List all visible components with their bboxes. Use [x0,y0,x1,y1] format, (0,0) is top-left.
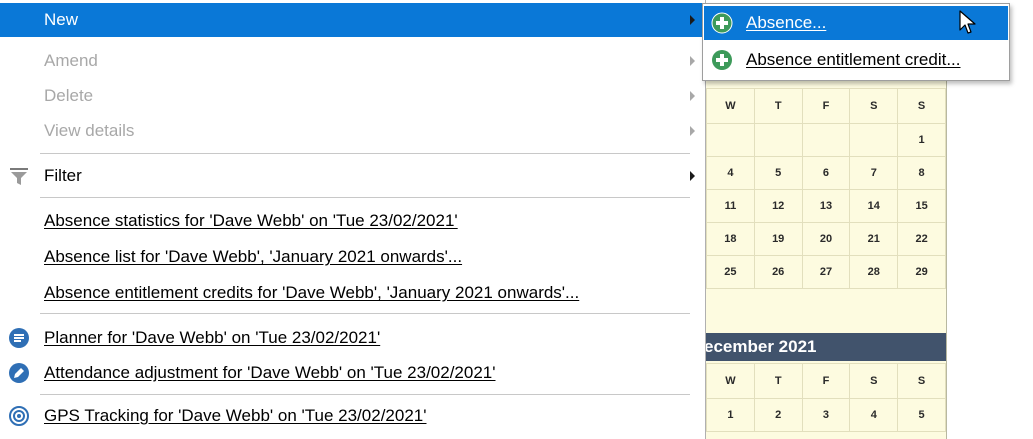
calendar-day[interactable]: 7 [849,156,899,190]
menu-item-label: New [44,10,79,29]
context-menu: New Amend Delete View details Filter Abs… [0,0,706,439]
weekday-header: S [897,363,946,399]
menu-item-label: Amend [44,51,98,70]
calendar-day[interactable]: 28 [849,255,899,289]
calendar-week-row: 11 12 13 14 15 [706,189,946,223]
weekday-header: S [849,363,899,399]
menu-separator [40,197,690,198]
menu-item-label: Planner for 'Dave Webb' on 'Tue 23/02/20… [44,328,381,347]
filter-funnel-icon [8,165,30,187]
calendar-weekday-row: W T F S S [706,363,946,399]
planner-icon [8,327,30,349]
menu-item-amend[interactable]: Amend [0,44,703,78]
weekday-header: T [753,88,803,124]
calendar-day[interactable]: 11 [706,189,755,223]
calendar-day[interactable]: 5 [753,156,803,190]
calendar-day[interactable] [801,123,851,157]
submenu-arrow-icon [690,91,695,101]
add-icon [711,12,733,34]
calendar-day[interactable]: 15 [897,189,946,223]
calendar-day[interactable]: 20 [801,222,851,256]
calendar-day[interactable]: 5 [897,398,946,432]
submenu-item-absence-entitlement-credit[interactable]: Absence entitlement credit... [704,43,1008,77]
weekday-header: F [801,88,851,124]
submenu-arrow-icon [690,15,695,25]
pencil-icon [8,362,30,384]
calendar-day[interactable]: 14 [849,189,899,223]
submenu-item-label: Absence entitlement credit... [746,50,961,69]
gps-target-icon [8,405,30,427]
weekday-header: W [706,363,755,399]
menu-item-filter[interactable]: Filter [0,159,703,193]
menu-item-label: Absence list for 'Dave Webb', 'January 2… [44,247,463,266]
menu-item-label: Delete [44,86,94,105]
calendar-day[interactable]: 1 [706,398,755,432]
calendar-month-title: ecember 2021 [706,333,946,361]
submenu-arrow-icon [690,56,695,66]
menu-item-label: Absence entitlement credits for 'Dave We… [44,283,580,302]
calendar-day[interactable]: 22 [897,222,946,256]
weekday-header: F [801,363,851,399]
menu-item-gps-tracking[interactable]: GPS Tracking for 'Dave Webb' on 'Tue 23/… [0,399,703,433]
submenu-arrow-icon [690,126,695,136]
weekday-header: S [897,88,946,124]
menu-item-planner[interactable]: Planner for 'Dave Webb' on 'Tue 23/02/20… [0,321,703,355]
calendar-day[interactable] [753,123,803,157]
calendar-day[interactable]: 13 [801,189,851,223]
calendar-day[interactable] [706,123,755,157]
calendar-week-row: 4 5 6 7 8 [706,156,946,190]
weekday-header: W [706,88,755,124]
calendar-day[interactable]: 4 [849,398,899,432]
calendar-week-row: 25 26 27 28 29 [706,255,946,289]
menu-item-attendance-adjustment[interactable]: Attendance adjustment for 'Dave Webb' on… [0,356,703,390]
menu-separator [40,313,690,314]
calendar-week-row: 18 19 20 21 22 [706,222,946,256]
mouse-cursor-icon [959,10,977,36]
menu-item-label: View details [44,121,135,140]
menu-separator [40,153,690,154]
menu-item-label: Absence statistics for 'Dave Webb' on 'T… [44,211,458,230]
calendar-day[interactable]: 12 [753,189,803,223]
menu-item-absence-statistics[interactable]: Absence statistics for 'Dave Webb' on 'T… [0,204,703,238]
calendar-panel: W T F S S 1 4 5 6 7 8 11 12 13 14 15 18 … [705,76,947,439]
calendar-day[interactable] [849,123,899,157]
calendar-day[interactable]: 29 [897,255,946,289]
menu-item-new[interactable]: New [0,3,703,37]
submenu-item-label: Absence... [746,13,827,32]
calendar-day[interactable]: 4 [706,156,755,190]
calendar-day[interactable]: 26 [753,255,803,289]
calendar-week-row: 1 [706,123,946,157]
add-icon [711,49,733,71]
weekday-header: S [849,88,899,124]
menu-item-delete[interactable]: Delete [0,79,703,113]
menu-item-label: GPS Tracking for 'Dave Webb' on 'Tue 23/… [44,406,427,425]
calendar-day[interactable]: 19 [753,222,803,256]
weekday-header: T [753,363,803,399]
calendar-month-grid: W T F S S 1 4 5 6 7 8 11 12 13 14 15 18 … [706,88,946,289]
menu-item-absence-list[interactable]: Absence list for 'Dave Webb', 'January 2… [0,240,703,274]
menu-item-label: Filter [44,166,82,185]
menu-item-absence-entitlement-credits[interactable]: Absence entitlement credits for 'Dave We… [0,276,703,310]
calendar-day[interactable]: 6 [801,156,851,190]
calendar-day[interactable]: 25 [706,255,755,289]
calendar-day[interactable]: 2 [753,398,803,432]
calendar-month-grid: W T F S S 1 2 3 4 5 [706,363,946,432]
submenu-arrow-icon [690,171,695,181]
calendar-day[interactable]: 18 [706,222,755,256]
calendar-weekday-row: W T F S S [706,88,946,124]
menu-separator [40,394,690,395]
calendar-day[interactable]: 1 [897,123,946,157]
calendar-day[interactable]: 21 [849,222,899,256]
menu-item-label: Attendance adjustment for 'Dave Webb' on… [44,363,496,382]
calendar-day[interactable]: 3 [801,398,851,432]
calendar-day[interactable]: 27 [801,255,851,289]
menu-item-view-details[interactable]: View details [0,114,703,148]
calendar-week-row: 1 2 3 4 5 [706,398,946,432]
calendar-day[interactable]: 8 [897,156,946,190]
